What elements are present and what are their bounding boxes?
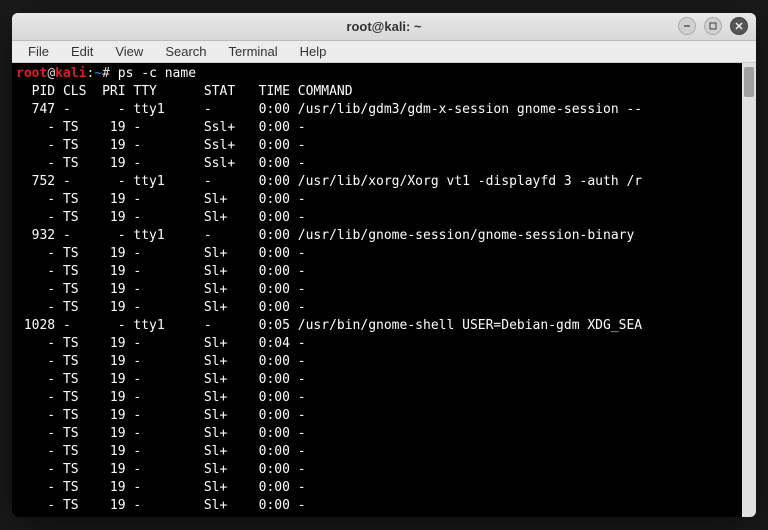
ps-row: - TS 19 - Sl+ 0:00 - xyxy=(16,372,306,387)
ps-row: - TS 19 - Sl+ 0:00 - xyxy=(16,444,306,459)
ps-row: 932 - - tty1 - 0:00 /usr/lib/gnome-sessi… xyxy=(16,228,642,243)
menu-search[interactable]: Search xyxy=(155,41,216,62)
prompt-command: ps -c name xyxy=(118,66,196,81)
ps-row: - TS 19 - Sl+ 0:00 - xyxy=(16,480,306,495)
window-title: root@kali: ~ xyxy=(346,19,421,34)
ps-row: - TS 19 - Sl+ 0:00 - xyxy=(16,264,306,279)
prompt-path: ~ xyxy=(94,66,102,81)
prompt-host: kali xyxy=(55,66,86,81)
ps-row: - TS 19 - Sl+ 0:00 - xyxy=(16,390,306,405)
ps-row: - TS 19 - Sl+ 0:04 - xyxy=(16,336,306,351)
ps-row: - TS 19 - Sl+ 0:00 - xyxy=(16,354,306,369)
ps-row: - TS 19 - Ssl+ 0:00 - xyxy=(16,156,306,171)
scrollbar[interactable] xyxy=(742,63,756,517)
maximize-icon xyxy=(708,21,718,31)
minimize-icon xyxy=(682,21,692,31)
menu-edit[interactable]: Edit xyxy=(61,41,103,62)
ps-row: - TS 19 - Sl+ 0:00 - xyxy=(16,210,306,225)
menubar: File Edit View Search Terminal Help xyxy=(12,41,756,63)
ps-header: PID CLS PRI TTY STAT TIME COMMAND xyxy=(16,84,353,99)
menu-view[interactable]: View xyxy=(105,41,153,62)
ps-row: - TS 19 - Ssl+ 0:00 - xyxy=(16,120,306,135)
ps-row: - TS 19 - Sl+ 0:00 - xyxy=(16,426,306,441)
scrollbar-thumb[interactable] xyxy=(744,67,754,97)
titlebar: root@kali: ~ xyxy=(12,13,756,41)
ps-row: 752 - - tty1 - 0:00 /usr/lib/xorg/Xorg v… xyxy=(16,174,642,189)
ps-row: - TS 19 - Sl+ 0:00 - xyxy=(16,462,306,477)
ps-row: - TS 19 - Sl+ 0:00 - xyxy=(16,498,306,513)
close-icon xyxy=(734,21,744,31)
ps-row: - TS 19 - Ssl+ 0:00 - xyxy=(16,138,306,153)
terminal-window: root@kali: ~ File Edit View Search Termi… xyxy=(12,13,756,517)
ps-row: - TS 19 - Sl+ 0:00 - xyxy=(16,408,306,423)
ps-row: - TS 19 - Sl+ 0:00 - xyxy=(16,282,306,297)
menu-help[interactable]: Help xyxy=(290,41,337,62)
window-controls xyxy=(678,17,748,35)
ps-row: - TS 19 - Sl+ 0:00 - xyxy=(16,300,306,315)
menu-terminal[interactable]: Terminal xyxy=(219,41,288,62)
terminal-content[interactable]: root@kali:~# ps -c name PID CLS PRI TTY … xyxy=(12,63,742,517)
shell-prompt: root@kali:~# ps -c name xyxy=(16,66,196,81)
ps-row: - TS 19 - Sl+ 0:00 - xyxy=(16,192,306,207)
menu-file[interactable]: File xyxy=(18,41,59,62)
maximize-button[interactable] xyxy=(704,17,722,35)
prompt-user: root xyxy=(16,66,47,81)
minimize-button[interactable] xyxy=(678,17,696,35)
terminal-area: root@kali:~# ps -c name PID CLS PRI TTY … xyxy=(12,63,756,517)
prompt-at: @ xyxy=(47,66,55,81)
close-button[interactable] xyxy=(730,17,748,35)
ps-row: 1028 - - tty1 - 0:05 /usr/bin/gnome-shel… xyxy=(16,318,642,333)
prompt-hash: # xyxy=(102,66,110,81)
ps-row: 747 - - tty1 - 0:00 /usr/lib/gdm3/gdm-x-… xyxy=(16,102,642,117)
ps-row: - TS 19 - Sl+ 0:00 - xyxy=(16,246,306,261)
